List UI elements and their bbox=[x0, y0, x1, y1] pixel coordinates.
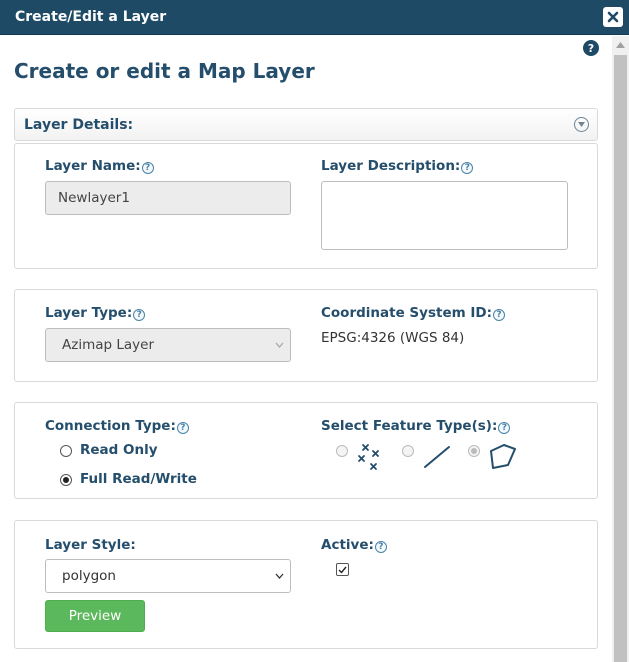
layer-type-value: Azimap Layer bbox=[62, 337, 154, 353]
dialog-titlebar: Create/Edit a Layer bbox=[0, 0, 629, 35]
chevron-down-icon bbox=[275, 573, 284, 579]
polygon-icon bbox=[490, 444, 516, 469]
coordinate-system-label-text: Coordinate System ID: bbox=[321, 305, 492, 321]
feature-type-label: Select Feature Type(s): ? bbox=[321, 418, 511, 434]
active-label: Active: ? bbox=[321, 537, 387, 553]
layer-details-header[interactable]: Layer Details: bbox=[14, 108, 598, 141]
full-read-write-label[interactable]: Full Read/Write bbox=[80, 471, 197, 487]
connection-type-label: Connection Type: ? bbox=[45, 418, 189, 434]
close-button[interactable] bbox=[603, 7, 623, 27]
line-icon bbox=[424, 446, 450, 468]
page-title: Create or edit a Map Layer bbox=[14, 59, 315, 83]
help-icon[interactable]: ? bbox=[461, 161, 474, 174]
full-read-write-radio[interactable] bbox=[60, 474, 72, 486]
points-icon bbox=[358, 444, 379, 470]
chevron-down-icon bbox=[578, 122, 585, 127]
active-label-text: Active: bbox=[321, 537, 374, 553]
layer-style-select[interactable]: polygon bbox=[45, 559, 291, 593]
read-only-label[interactable]: Read Only bbox=[80, 442, 158, 458]
layer-details-label: Layer Details: bbox=[24, 117, 134, 133]
help-icon[interactable]: ? bbox=[583, 40, 599, 56]
scroll-up-button[interactable] bbox=[612, 36, 629, 54]
help-icon[interactable]: ? bbox=[493, 308, 505, 321]
chevron-up-icon bbox=[616, 42, 625, 48]
collapse-icon[interactable] bbox=[574, 117, 589, 132]
scrollbar-thumb[interactable] bbox=[614, 55, 627, 662]
coordinate-system-value: EPSG:4326 (WGS 84) bbox=[321, 330, 465, 346]
layer-name-label: Layer Name: ? bbox=[45, 158, 154, 174]
layer-name-value: Newlayer1 bbox=[58, 190, 130, 206]
help-icon[interactable]: ? bbox=[141, 161, 154, 174]
feature-type-label-text: Select Feature Type(s): bbox=[321, 418, 498, 434]
layer-style-label-text: Layer Style: bbox=[45, 537, 136, 553]
layer-type-label: Layer Type: ? bbox=[45, 305, 146, 321]
close-icon bbox=[607, 11, 619, 23]
help-icon[interactable]: ? bbox=[176, 421, 189, 434]
read-only-radio[interactable] bbox=[60, 445, 72, 457]
dialog-title: Create/Edit a Layer bbox=[15, 9, 167, 25]
layer-type-select[interactable]: Azimap Layer bbox=[45, 328, 291, 362]
connection-type-label-text: Connection Type: bbox=[45, 418, 176, 434]
help-icon[interactable]: ? bbox=[498, 421, 511, 434]
chevron-down-icon bbox=[275, 342, 284, 348]
help-icon[interactable]: ? bbox=[374, 540, 387, 553]
layer-description-label-text: Layer Description: bbox=[321, 158, 461, 174]
layer-style-value: polygon bbox=[62, 568, 116, 584]
layer-style-label: Layer Style: bbox=[45, 537, 136, 553]
active-checkbox[interactable] bbox=[336, 563, 349, 576]
preview-button[interactable]: Preview bbox=[45, 600, 145, 632]
layer-description-label: Layer Description: ? bbox=[321, 158, 474, 174]
layer-description-textarea[interactable] bbox=[321, 181, 568, 250]
layer-name-label-text: Layer Name: bbox=[45, 158, 141, 174]
feature-polygon-radio[interactable] bbox=[468, 445, 480, 457]
layer-type-label-text: Layer Type: bbox=[45, 305, 133, 321]
feature-line-radio[interactable] bbox=[402, 445, 414, 457]
coordinate-system-label: Coordinate System ID: ? bbox=[321, 305, 505, 321]
check-icon bbox=[338, 566, 347, 574]
layer-name-input[interactable]: Newlayer1 bbox=[45, 181, 291, 215]
help-icon[interactable]: ? bbox=[133, 308, 146, 321]
feature-points-radio[interactable] bbox=[336, 445, 348, 457]
